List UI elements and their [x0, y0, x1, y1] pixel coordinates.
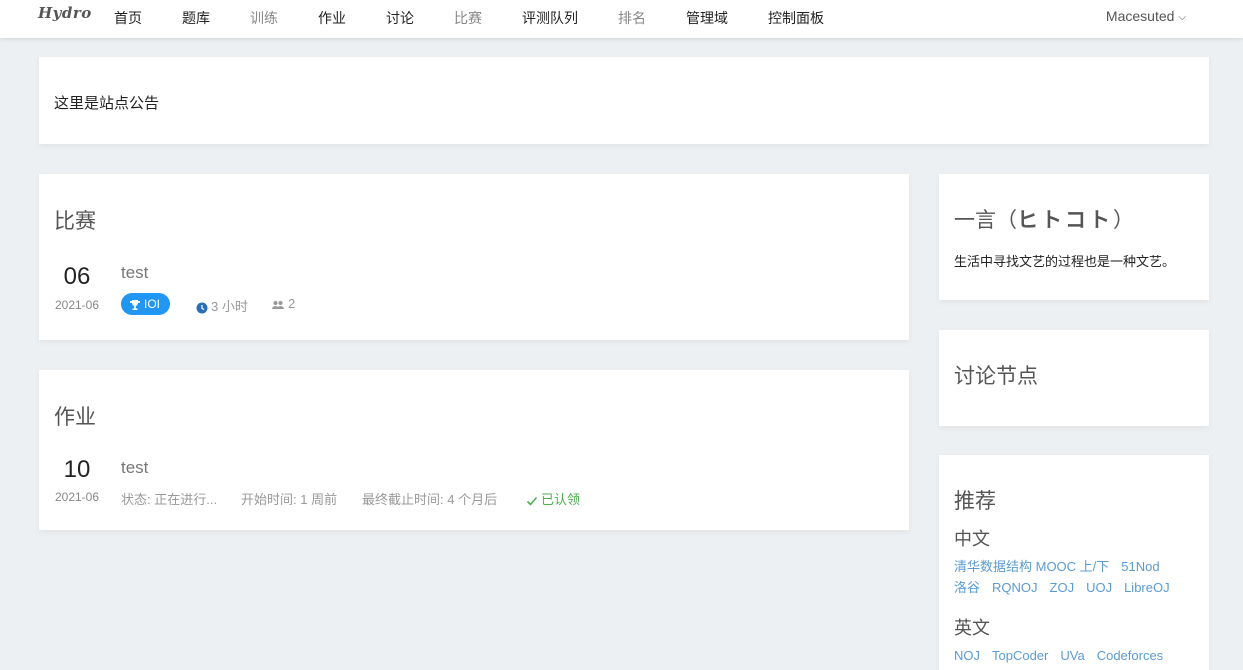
nav-item-discussion[interactable]: 讨论 — [386, 8, 414, 28]
hitokoto-title-suffix: ） — [1113, 209, 1134, 232]
nav-item-judge-queue[interactable]: 评测队列 — [522, 8, 578, 28]
recommend-link[interactable]: LibreOJ — [1124, 577, 1170, 598]
recommend-link[interactable]: 51Nod — [1121, 556, 1159, 577]
contest-section: 比赛 06 2021-06 test IOI 3 小时 2 — [39, 174, 909, 340]
site-logo[interactable]: Hydro — [38, 4, 92, 22]
contest-section-title: 比赛 — [54, 210, 96, 233]
homework-section: 作业 10 2021-06 test 状态: 正在进行... 开始时间: 1 周… — [39, 370, 909, 530]
homework-date-day: 10 — [63, 456, 91, 483]
contest-rule-label: IOI — [144, 297, 161, 311]
discussion-nodes-card: 讨论节点 — [939, 330, 1209, 426]
contest-date-day: 06 — [63, 263, 91, 290]
recommend-card: 推荐 中文 清华数据结构 MOOC 上/下 51Nod 洛谷 RQNOJ ZOJ UOJ L… — [939, 455, 1209, 670]
recommend-link[interactable]: UOJ — [1086, 577, 1112, 598]
recommend-link[interactable]: UVa — [1060, 645, 1084, 666]
recommend-link[interactable]: RQNOJ — [992, 577, 1038, 598]
recommend-link[interactable]: ZOJ — [1050, 577, 1075, 598]
hitokoto-title: 一言（ヒトコト） — [954, 204, 1134, 234]
homework-date-yearmonth: 2021-06 — [54, 490, 100, 504]
user-menu[interactable]: Macesuted ⌵ — [1106, 8, 1186, 24]
recommend-link[interactable]: NOJ — [954, 645, 980, 666]
recommend-chinese-label: 中文 — [954, 529, 990, 549]
site-notice-text: 这里是站点公告 — [54, 95, 160, 112]
hitokoto-text: 生活中寻找文艺的过程也是一种文艺。 — [954, 254, 1176, 269]
recommend-title: 推荐 — [954, 490, 996, 513]
nav-item-contest[interactable]: 比赛 — [454, 8, 482, 28]
contest-title-link[interactable]: test — [121, 263, 148, 283]
nav-item-home[interactable]: 首页 — [114, 8, 142, 28]
contest-date-yearmonth: 2021-06 — [54, 298, 100, 312]
contest-rule-badge: IOI — [121, 293, 171, 315]
recommend-link[interactable]: TopCoder — [992, 645, 1048, 666]
recommend-link[interactable]: Codeforces — [1097, 645, 1163, 666]
contest-duration-text: 3 小时 — [211, 299, 248, 314]
clock-icon — [196, 302, 208, 314]
top-navbar: Hydro 首页 题库 训练 作业 讨论 比赛 评测队列 排名 管理域 控制面板… — [0, 0, 1243, 38]
recommend-english-label: 英文 — [954, 618, 990, 638]
trophy-icon — [130, 299, 140, 310]
nav-item-ranking[interactable]: 排名 — [618, 8, 646, 28]
homework-claimed: 已认领 — [526, 489, 580, 508]
contest-duration: 3 小时 — [196, 296, 248, 315]
nav-item-problems[interactable]: 题库 — [182, 8, 210, 28]
user-name: Macesuted — [1105, 8, 1175, 24]
homework-section-title: 作业 — [54, 406, 96, 429]
recommend-chinese-links: 清华数据结构 MOOC 上/下 51Nod 洛谷 RQNOJ ZOJ UOJ LibreOJ — [954, 556, 1194, 598]
homework-status: 状态: 正在进行... — [121, 492, 218, 507]
discussion-nodes-title: 讨论节点 — [954, 365, 1038, 388]
contest-participants: 2 — [271, 296, 295, 311]
site-notice-card: 这里是站点公告 — [39, 57, 1209, 144]
nav-item-homework[interactable]: 作业 — [318, 8, 346, 28]
hitokoto-title-prefix: 一言（ — [954, 209, 1017, 232]
homework-title-link[interactable]: test — [121, 458, 148, 478]
homework-begin-time: 开始时间: 1 周前 — [241, 492, 338, 507]
people-icon — [272, 300, 284, 309]
hitokoto-card: 一言（ヒトコト） 生活中寻找文艺的过程也是一种文艺。 — [939, 174, 1209, 300]
recommend-english-links: NOJ TopCoder UVa Codeforces — [954, 645, 1194, 666]
homework-deadline: 最终截止时间: 4 个月后 — [362, 492, 498, 507]
chevron-down-icon: ⌵ — [1178, 12, 1186, 23]
check-icon — [526, 496, 538, 506]
recommend-link[interactable]: 清华数据结构 MOOC 上/下 — [954, 556, 1109, 577]
hitokoto-title-main: ヒトコト — [1017, 209, 1113, 232]
nav-item-control-panel[interactable]: 控制面板 — [768, 8, 824, 28]
homework-claimed-text: 已认领 — [541, 492, 581, 507]
nav-item-training[interactable]: 训练 — [250, 8, 278, 28]
recommend-link[interactable]: 洛谷 — [954, 577, 980, 598]
nav-item-domain-manage[interactable]: 管理域 — [686, 8, 728, 28]
contest-participants-count: 2 — [288, 296, 296, 311]
